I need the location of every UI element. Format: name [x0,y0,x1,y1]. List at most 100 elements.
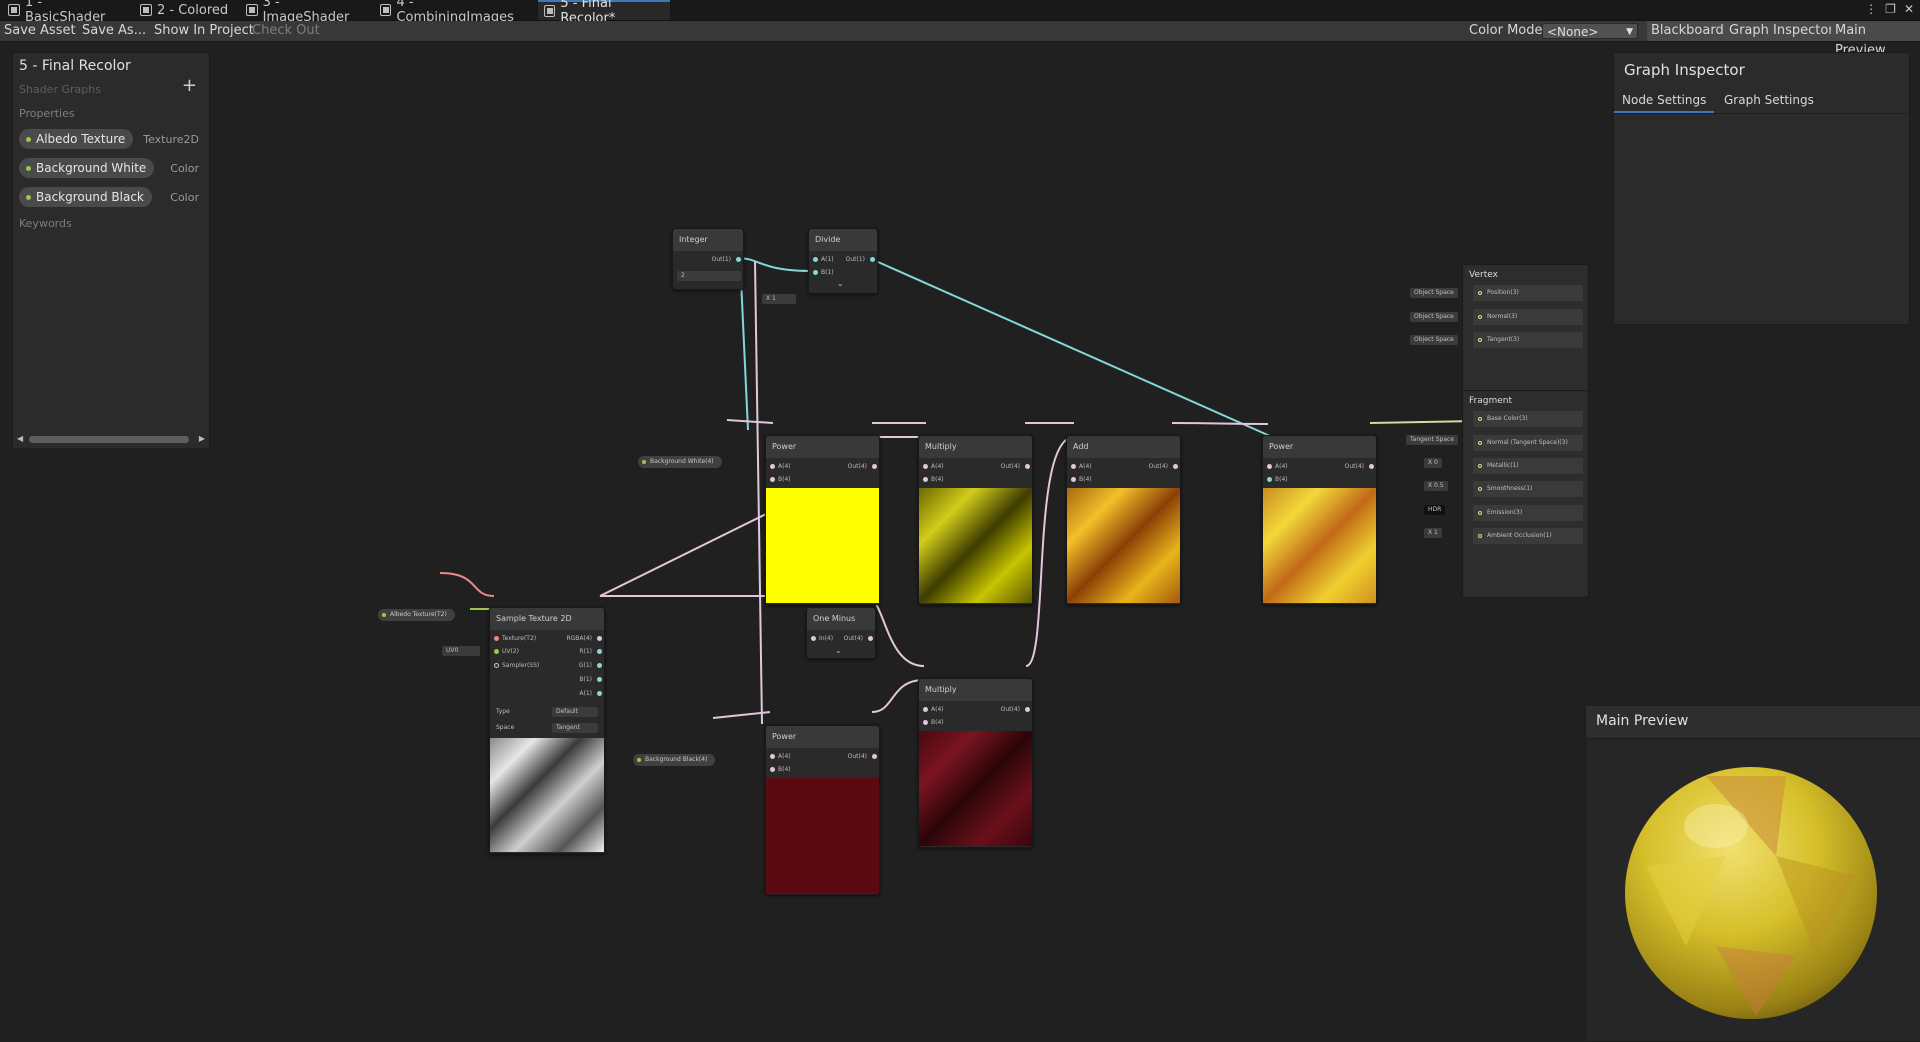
output-port[interactable] [1025,464,1030,469]
input-port[interactable] [923,720,928,725]
close-icon[interactable]: ✕ [1904,2,1914,16]
input-port[interactable] [1071,477,1076,482]
scroll-right-icon[interactable]: ▶ [199,434,205,443]
power-node[interactable]: Power A(4) B(4) Out(4) [765,435,880,605]
background-black-property-node[interactable]: Background Black(4) [633,754,716,766]
check-out-button[interactable]: Check Out [252,21,320,41]
input-port[interactable] [1267,477,1272,482]
blackboard-toggle-button[interactable]: Blackboard [1647,21,1728,41]
power-node[interactable]: Power A(4) B(4) Out(4) [765,725,880,895]
output-port[interactable] [1369,464,1374,469]
graph-inspector-toggle-button[interactable]: Graph Inspector [1725,21,1838,41]
input-port[interactable] [923,707,928,712]
tab-combining-images[interactable]: 4 - CombiningImages [374,0,534,25]
normal-space-stub[interactable]: Object Space [1410,312,1458,322]
save-asset-button[interactable]: Save Asset [4,21,76,41]
multiply-node[interactable]: Multiply A(4) B(4) Out(4) [918,435,1033,605]
output-port[interactable] [597,663,602,668]
property-albedo-texture[interactable]: Albedo Texture [19,129,134,149]
divide-a-default[interactable]: X 1 [762,294,796,304]
property-background-black[interactable]: Background Black [19,187,152,207]
input-port[interactable] [770,477,775,482]
albedo-texture-property-node[interactable]: Albedo Texture(T2) [378,609,455,621]
input-port[interactable] [770,767,775,772]
tab-basic-shader[interactable]: 1 - BasicShader [2,0,132,25]
divide-node[interactable]: Divide A(1) B(1) Out(1) ⌄ [808,228,878,294]
input-port[interactable] [811,636,816,641]
color-mode-dropdown[interactable]: <None> ▼ [1542,23,1638,39]
input-port[interactable] [813,257,818,262]
horizontal-scrollbar[interactable]: ◀ ▶ [17,434,205,444]
emission-slot[interactable]: Emission(3) [1473,505,1583,521]
port-label: A(4) [931,463,944,470]
ambient-occlusion-value-field[interactable]: X 1 [1424,528,1442,538]
multiply-node[interactable]: Multiply A(4) B(4) Out(4) [918,678,1033,848]
smoothness-slot[interactable]: Smoothness(1) [1473,481,1583,497]
tab-image-shader[interactable]: 3 - ImageShader [240,0,372,25]
scroll-left-icon[interactable]: ◀ [17,434,23,443]
tab-node-settings[interactable]: Node Settings [1614,89,1715,113]
fragment-block[interactable]: Fragment Base Color(3) Normal (Tangent S… [1462,390,1589,598]
output-port[interactable] [1025,707,1030,712]
maximize-icon[interactable]: ❐ [1885,2,1896,16]
scrollbar-thumb[interactable] [29,436,189,443]
main-preview-toggle-button[interactable]: Main Preview [1831,21,1920,58]
metallic-slot[interactable]: Metallic(1) [1473,458,1583,474]
tangent-space-stub[interactable]: Object Space [1410,335,1458,345]
expand-chevron-icon[interactable]: ⌄ [835,646,842,656]
output-port[interactable] [872,754,877,759]
kebab-menu-icon[interactable]: ⋮ [1865,2,1877,16]
metallic-value-field[interactable]: X 0 [1424,458,1442,468]
input-port[interactable] [770,754,775,759]
tab-colored[interactable]: 2 - Colored [134,0,242,20]
sample-texture-2d-node[interactable]: Sample Texture 2D Texture(T2) UV(2) Samp… [489,607,605,854]
output-port[interactable] [736,257,741,262]
output-port[interactable] [1173,464,1178,469]
integer-value-field[interactable]: 2 [677,271,741,281]
vertex-block[interactable]: Vertex Position(3) Normal(3) Tangent(3) [1462,264,1589,402]
background-white-property-node[interactable]: Background White(4) [638,456,722,468]
uv-channel-dropdown[interactable]: UV0 [442,646,480,656]
output-port[interactable] [597,649,602,654]
input-port[interactable] [494,663,499,668]
input-port[interactable] [923,477,928,482]
output-port[interactable] [597,677,602,682]
type-dropdown[interactable]: Default [552,707,598,717]
property-background-white[interactable]: Background White [19,158,155,178]
output-port[interactable] [868,636,873,641]
input-port[interactable] [770,464,775,469]
show-in-project-button[interactable]: Show In Project [154,21,254,41]
tangent-slot[interactable]: Tangent(3) [1473,332,1583,348]
tab-final-recolor[interactable]: 5 - Final Recolor* [538,0,670,26]
power-node[interactable]: Power A(4) B(4) Out(4) [1262,435,1377,605]
space-dropdown[interactable]: Tangent [552,723,598,733]
save-as-button[interactable]: Save As... [82,21,146,41]
output-port[interactable] [870,257,875,262]
expand-chevron-icon[interactable]: ⌄ [837,279,844,289]
smoothness-value-field[interactable]: X 0.5 [1424,481,1448,491]
position-space-stub[interactable]: Object Space [1410,288,1458,298]
add-property-button[interactable]: + [182,75,197,96]
input-port[interactable] [923,464,928,469]
normal-tangent-slot[interactable]: Normal (Tangent Space)(3) [1473,435,1583,451]
output-port[interactable] [872,464,877,469]
base-color-slot[interactable]: Base Color(3) [1473,411,1583,427]
output-port[interactable] [597,691,602,696]
input-port[interactable] [1267,464,1272,469]
position-slot[interactable]: Position(3) [1473,285,1583,301]
input-port[interactable] [1071,464,1076,469]
port-label: Out(4) [1000,463,1020,470]
add-node[interactable]: Add A(4) B(4) Out(4) [1066,435,1181,605]
input-port[interactable] [494,636,499,641]
one-minus-node[interactable]: One Minus In(4) Out(4) ⌄ [806,607,876,659]
tab-graph-settings[interactable]: Graph Settings [1716,89,1822,111]
integer-node[interactable]: Integer Out(1) 2 [672,228,744,290]
emission-hdr-color-field[interactable]: HDR [1424,505,1446,515]
preview-viewport[interactable] [1586,706,1920,1041]
normal-slot[interactable]: Normal(3) [1473,309,1583,325]
ambient-occlusion-slot[interactable]: Ambient Occlusion(1) [1473,528,1583,544]
input-port[interactable] [494,649,499,654]
normal-space-stub[interactable]: Tangent Space [1406,435,1458,445]
output-port[interactable] [597,636,602,641]
input-port[interactable] [813,270,818,275]
